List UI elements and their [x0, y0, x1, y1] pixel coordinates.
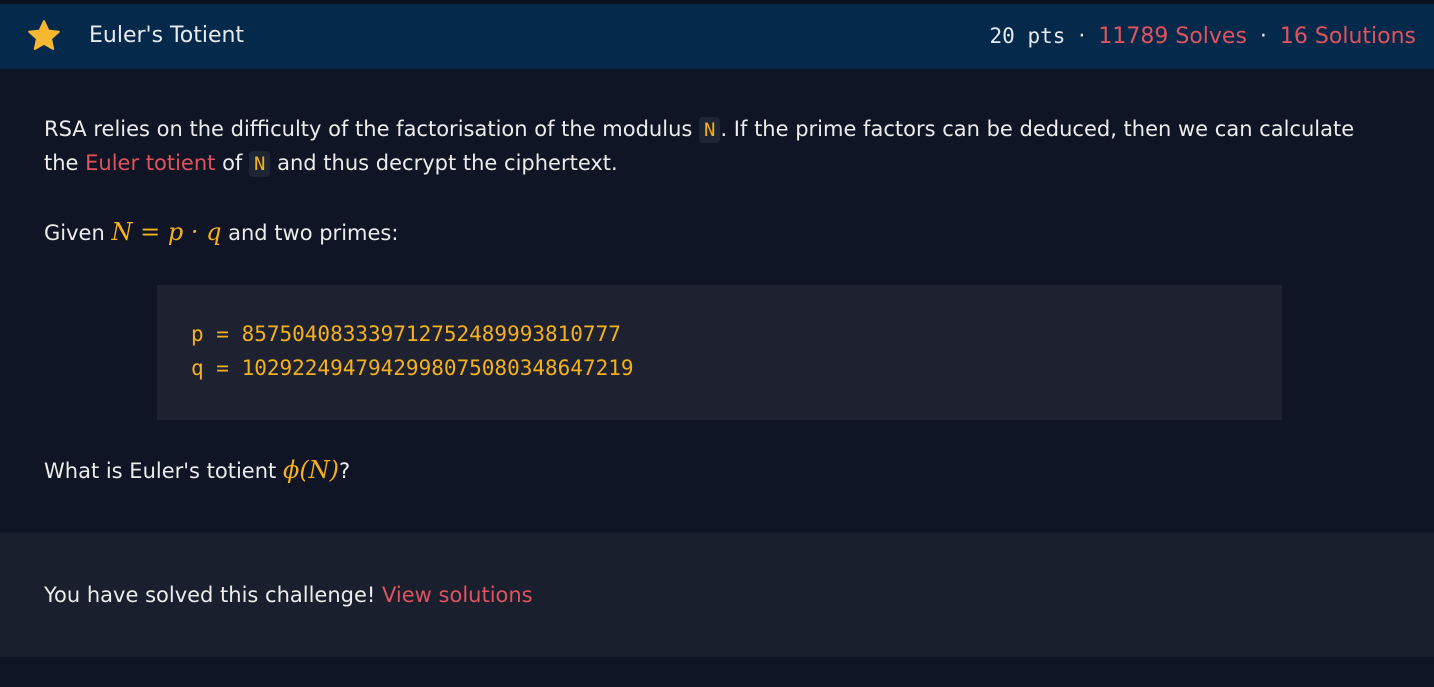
solved-message: You have solved this challenge! View sol… — [44, 578, 533, 612]
given-paragraph: Given N = p · q and two primes: — [44, 215, 1404, 250]
question-label: What is Euler's totient — [44, 459, 283, 483]
challenge-meta: 20 pts · 11789 Solves · 16 Solutions — [990, 21, 1416, 52]
code-line-p: p = 857504083339712752489993810777 — [191, 322, 621, 346]
challenge-header[interactable]: Euler's Totient 20 pts · 11789 Solves · … — [0, 4, 1434, 69]
solutions-link[interactable]: 16 Solutions — [1280, 24, 1416, 49]
challenge-title: Euler's Totient — [89, 23, 245, 48]
separator: · — [1259, 24, 1267, 49]
given-text: Given — [44, 221, 112, 245]
points-label: 20 pts — [989, 24, 1066, 48]
question-mark: ? — [339, 459, 351, 483]
star-icon — [28, 20, 60, 50]
challenge-page: Euler's Totient 20 pts · 11789 Solves · … — [0, 0, 1434, 687]
given-text: and two primes: — [221, 221, 399, 245]
inline-code-n: N — [249, 151, 271, 177]
description-text: RSA relies on the difficulty of the fact… — [44, 117, 699, 141]
math-n-equals-pq: N = p · q — [111, 218, 222, 246]
bottom-strip — [0, 657, 1434, 687]
inline-code-n: N — [699, 117, 721, 143]
euler-totient-link[interactable]: Euler totient — [85, 151, 215, 175]
challenge-description: RSA relies on the difficulty of the fact… — [44, 112, 1404, 250]
description-paragraph: RSA relies on the difficulty of the fact… — [44, 112, 1404, 180]
solved-label: You have solved this challenge! — [44, 583, 383, 607]
description-text: and thus decrypt the ciphertext. — [270, 151, 618, 175]
solves-link[interactable]: 11789 Solves — [1098, 24, 1247, 49]
separator: · — [1078, 24, 1086, 49]
code-line-q: q = 1029224947942998075080348647219 — [191, 356, 634, 380]
description-text: the — [44, 151, 86, 175]
math-phi-n: ϕ(N) — [282, 456, 340, 484]
primes-code-block: p = 857504083339712752489993810777 q = 1… — [157, 285, 1282, 420]
description-text: of — [215, 151, 249, 175]
view-solutions-link[interactable]: View solutions — [382, 583, 533, 607]
question-text: What is Euler's totient ϕ(N)? — [44, 452, 350, 489]
description-text: . If the prime factors can be deduced, t… — [720, 117, 1355, 141]
solved-panel: You have solved this challenge! View sol… — [0, 533, 1434, 657]
